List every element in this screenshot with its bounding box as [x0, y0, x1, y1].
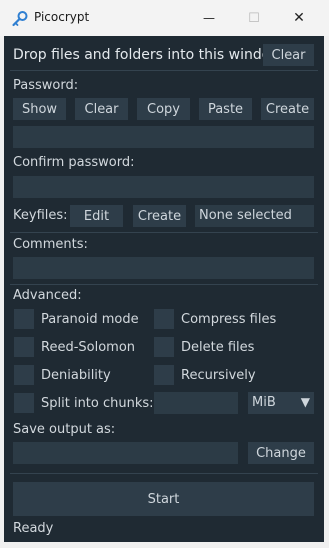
divider [10, 232, 318, 233]
divider [10, 70, 318, 71]
chevron-down-icon: ▼ [300, 395, 310, 409]
minimize-button[interactable]: — [187, 4, 231, 32]
save-output-label: Save output as: [13, 422, 116, 437]
maximize-icon: ☐ [248, 10, 260, 26]
split-chunks-checkbox[interactable] [14, 393, 34, 413]
compress-files-checkbox[interactable] [154, 309, 174, 329]
paranoid-mode-label: Paranoid mode [41, 312, 139, 327]
chunk-unit-value: MiB [252, 395, 276, 410]
paste-password-button[interactable]: Paste [199, 98, 252, 120]
clear-files-button[interactable]: Clear [263, 44, 314, 66]
reed-solomon-checkbox[interactable] [14, 337, 34, 357]
comments-label: Comments: [13, 237, 88, 252]
recursively-label: Recursively [181, 368, 256, 383]
maximize-button[interactable]: ☐ [232, 4, 276, 32]
show-password-button[interactable]: Show [13, 98, 66, 120]
password-label: Password: [13, 78, 79, 93]
key-icon [12, 11, 28, 27]
minimize-icon: — [203, 11, 215, 25]
paranoid-mode-checkbox[interactable] [14, 309, 34, 329]
app-window: Picocrypt — ☐ ✕ Drop files and folders i… [0, 0, 329, 548]
password-input[interactable] [13, 126, 314, 148]
title-bar[interactable]: Picocrypt — ☐ ✕ [0, 0, 329, 36]
drop-files-label: Drop files and folders into this window [13, 47, 282, 63]
advanced-label: Advanced: [13, 288, 82, 303]
start-button[interactable]: Start [13, 482, 314, 516]
clear-password-button[interactable]: Clear [75, 98, 128, 120]
delete-files-checkbox[interactable] [154, 337, 174, 357]
keyfiles-label: Keyfiles: [13, 208, 68, 223]
edit-keyfiles-button[interactable]: Edit [70, 205, 123, 227]
deniability-label: Deniability [41, 368, 111, 383]
confirm-password-label: Confirm password: [13, 155, 135, 170]
change-output-button[interactable]: Change [248, 442, 314, 464]
comments-input[interactable] [13, 257, 314, 279]
deniability-checkbox[interactable] [14, 365, 34, 385]
close-button[interactable]: ✕ [277, 4, 321, 32]
status-text: Ready [13, 521, 54, 536]
divider [10, 284, 318, 285]
chunk-unit-select[interactable]: MiB ▼ [248, 392, 314, 414]
split-chunks-label: Split into chunks: [41, 396, 154, 411]
confirm-password-input[interactable] [13, 176, 314, 198]
create-password-button[interactable]: Create [261, 98, 314, 120]
divider [10, 473, 318, 474]
compress-files-label: Compress files [181, 312, 277, 327]
output-path-input[interactable] [13, 442, 238, 464]
copy-password-button[interactable]: Copy [137, 98, 190, 120]
recursively-checkbox[interactable] [154, 365, 174, 385]
keyfiles-status-field: None selected [195, 205, 314, 227]
main-panel[interactable]: Drop files and folders into this window … [4, 36, 324, 542]
close-icon: ✕ [293, 10, 305, 26]
delete-files-label: Delete files [181, 340, 255, 355]
window-title: Picocrypt [34, 10, 90, 24]
create-keyfile-button[interactable]: Create [133, 205, 186, 227]
chunk-size-input[interactable] [154, 392, 238, 414]
reed-solomon-label: Reed-Solomon [41, 340, 136, 355]
